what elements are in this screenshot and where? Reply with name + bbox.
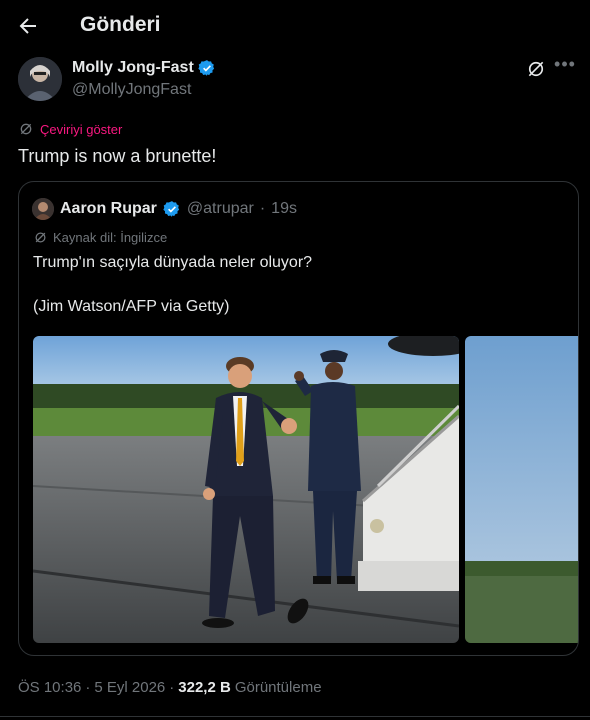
post-author: Molly Jong-Fast @MollyJongFast ••• — [16, 55, 576, 107]
divider — [0, 716, 590, 717]
meta-separator: · — [85, 679, 91, 696]
more-icon[interactable]: ••• — [554, 55, 576, 79]
translate-icon — [35, 232, 46, 243]
post-meta: ÖS 10:36 · 5 Eyl 2026 · 322,2 B Görüntül… — [18, 679, 322, 696]
avatar[interactable] — [18, 57, 62, 101]
grok-icon[interactable] — [526, 59, 546, 79]
quote-author-handle[interactable]: @atrupar — [187, 200, 254, 218]
quote-author-name[interactable]: Aaron Rupar — [60, 200, 157, 218]
post-text: Trump is now a brunette! — [18, 146, 217, 166]
author-name[interactable]: Molly Jong-Fast — [72, 59, 194, 77]
quote-photo-2[interactable] — [465, 336, 578, 643]
translate-icon — [20, 123, 32, 135]
views-label: Görüntüleme — [234, 679, 322, 696]
author-handle[interactable]: @MollyJongFast — [72, 81, 191, 99]
post-date[interactable]: 5 Eyl 2026 — [94, 679, 165, 696]
quote-header: Aaron Rupar @atrupar · 19s — [32, 198, 297, 220]
translate-link[interactable]: Çeviriyi göster — [18, 121, 122, 137]
page-title: Gönderi — [80, 13, 161, 36]
quote-photo-1[interactable] — [33, 336, 459, 643]
quote-caption: (Jim Watson/AFP via Getty) — [33, 298, 230, 315]
back-arrow-icon[interactable] — [16, 14, 40, 38]
source-language: Kaynak dil: İngilizce — [33, 230, 167, 245]
quote-text: Trump'ın saçıyla dünyada neler oluyor? — [33, 254, 313, 271]
translate-label[interactable]: Çeviriyi göster — [40, 122, 122, 137]
quote-avatar[interactable] — [32, 198, 54, 220]
quote-separator: · — [259, 200, 266, 217]
meta-separator: · — [169, 679, 175, 696]
quote-time[interactable]: 19s — [271, 200, 297, 218]
views-count: 322,2 B — [178, 679, 231, 696]
quoted-post[interactable]: Aaron Rupar @atrupar · 19s Kaynak dil: İ… — [18, 181, 579, 656]
verified-badge-icon — [198, 60, 214, 76]
verified-badge-icon — [163, 201, 180, 217]
post-time[interactable]: ÖS 10:36 — [18, 679, 81, 696]
source-language-label: Kaynak dil: İngilizce — [53, 230, 168, 245]
top-bar: Gönderi — [0, 0, 590, 52]
